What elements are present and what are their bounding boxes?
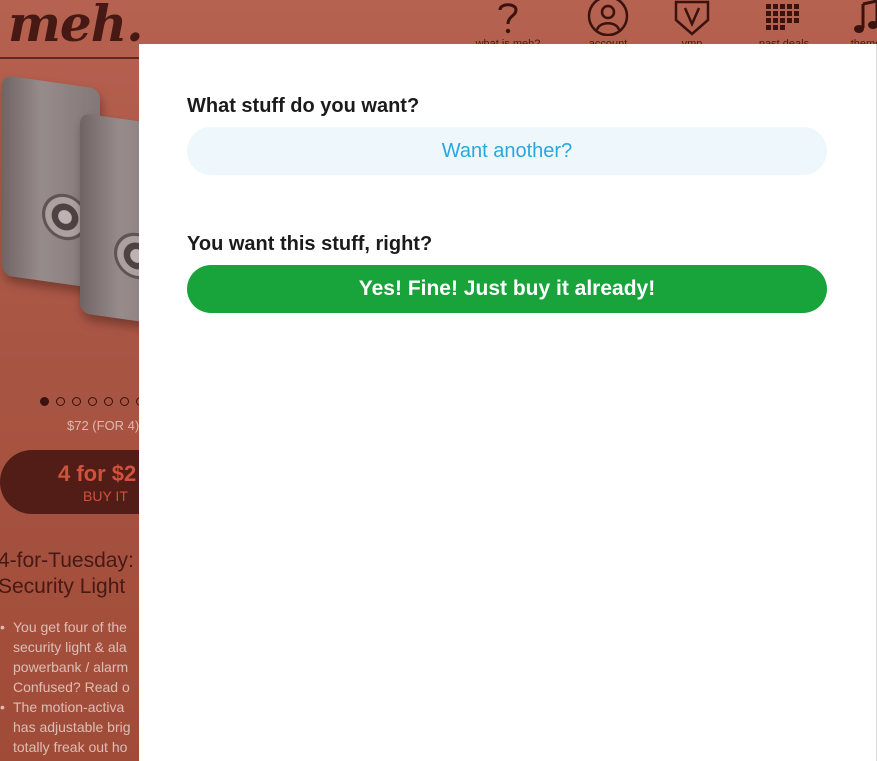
confirm-question: You want this stuff, right? xyxy=(187,233,433,255)
buy-it-already-button[interactable]: Yes! Fine! Just buy it already! xyxy=(187,265,827,313)
want-another-button[interactable]: Want another? xyxy=(187,127,827,175)
what-stuff-question: What stuff do you want? xyxy=(187,95,420,117)
